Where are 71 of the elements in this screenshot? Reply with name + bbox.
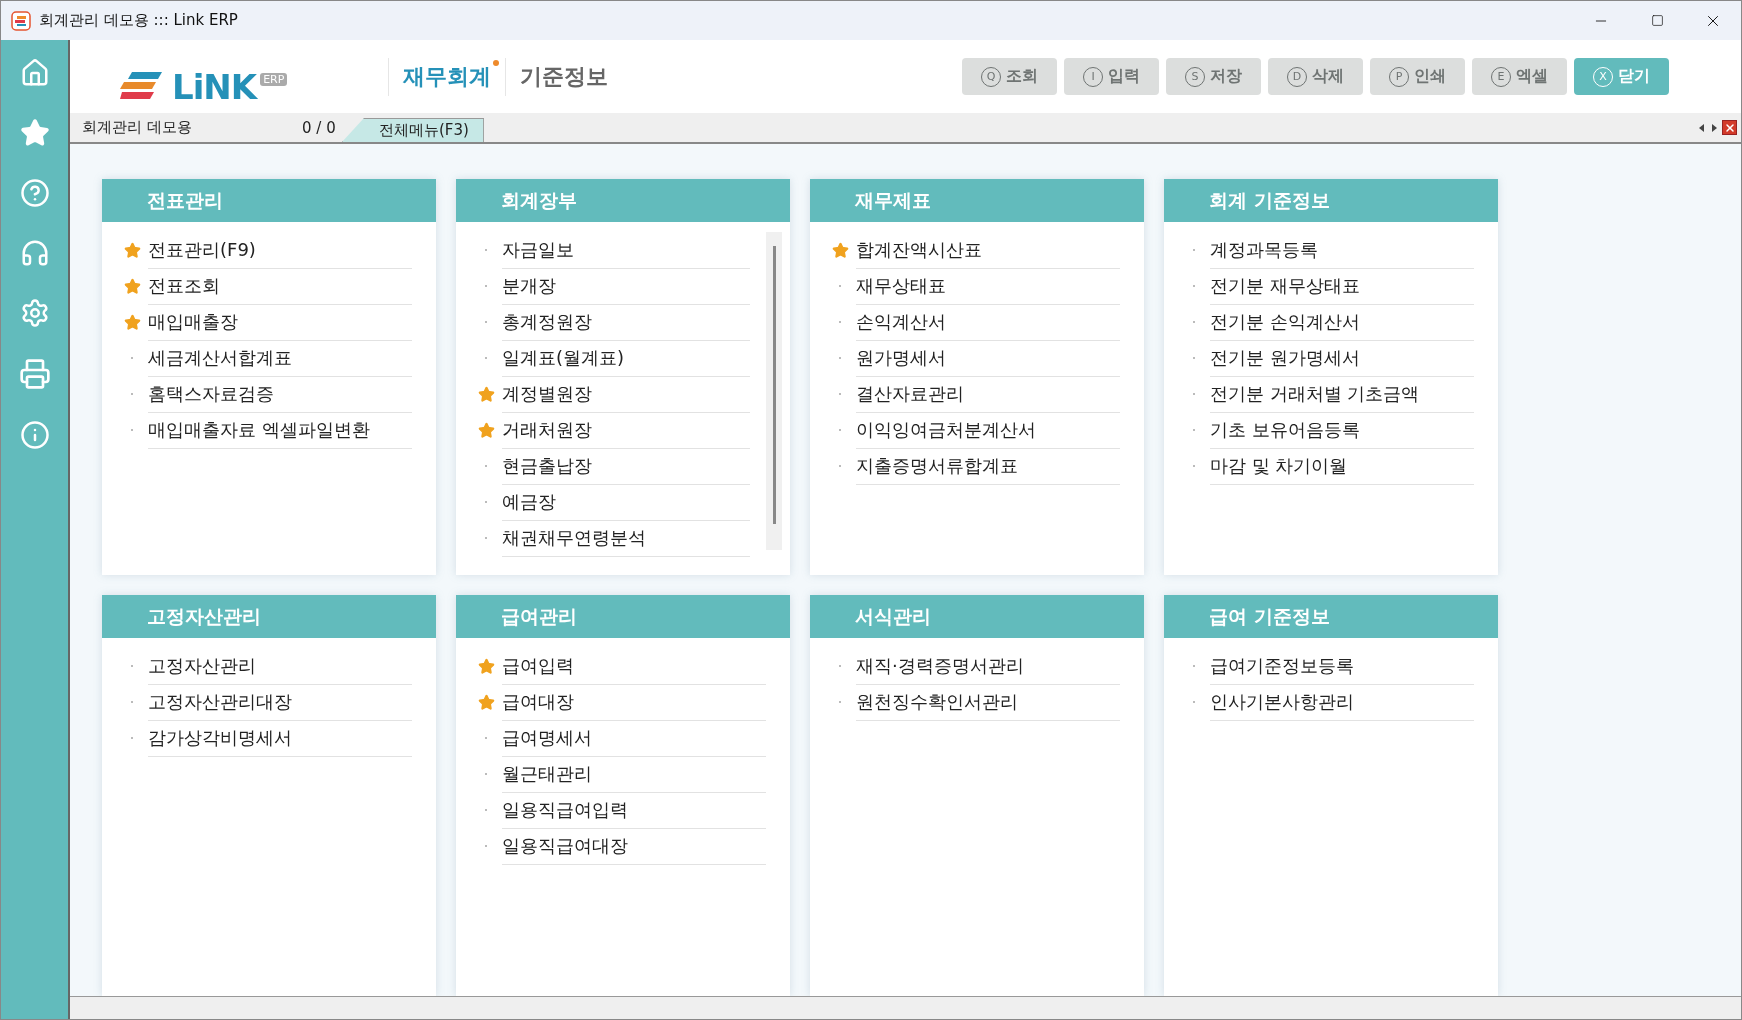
menu-item[interactable]: 일용직급여입력	[502, 791, 766, 829]
menu-item[interactable]: 전기분 원가명세서	[1210, 339, 1474, 377]
company-label: 회계관리 데모용	[82, 118, 193, 137]
menu-item[interactable]: 홈택스자료검증	[148, 375, 412, 413]
menu-item[interactable]: 전기분 재무상태표	[1210, 267, 1474, 305]
printer-icon[interactable]	[18, 358, 51, 390]
menu-item[interactable]: 재무상태표	[856, 267, 1120, 305]
logo-badge: ERP	[260, 72, 288, 86]
settings-icon[interactable]	[19, 298, 50, 328]
card-title: 고정자산관리	[102, 595, 436, 638]
app-icon	[11, 10, 31, 31]
menu-item[interactable]: 급여기준정보등록	[1210, 647, 1474, 685]
menu-item[interactable]: 분개장	[502, 267, 750, 305]
menu-tab[interactable]: 전체메뉴(F3)	[342, 118, 484, 142]
home-icon[interactable]	[19, 58, 50, 88]
menu-item[interactable]: 원천징수확인서관리	[856, 683, 1120, 721]
close-tab-button[interactable]	[1722, 120, 1737, 135]
menu-item[interactable]: 계정과목등록	[1210, 231, 1474, 269]
menu-item[interactable]: 고정자산관리	[148, 647, 412, 685]
card-title: 재무제표	[810, 179, 1144, 222]
menu-item[interactable]: 급여입력	[502, 647, 766, 685]
menu-item[interactable]: 마감 및 차기이월	[1210, 447, 1474, 485]
window-title: 회계관리 데모용 ::: Link ERP	[39, 11, 239, 30]
menu-item[interactable]: 지출증명서류합계표	[856, 447, 1120, 485]
menu-item[interactable]: 재직·경력증명서관리	[856, 647, 1120, 685]
card-title: 급여관리	[456, 595, 790, 638]
previous-icon[interactable]	[1698, 122, 1706, 133]
card-title: 회계 기준정보	[1164, 179, 1498, 222]
menu-item[interactable]: 전기분 거래처별 기초금액	[1210, 375, 1474, 413]
menu-item[interactable]: 예금장	[502, 483, 750, 521]
menu-item[interactable]: 계정별원장	[502, 375, 750, 413]
menu-item[interactable]: 일계표(월계표)	[502, 339, 750, 377]
menu-item[interactable]: 매입매출자료 엑셀파일변환	[148, 411, 412, 449]
menu-item[interactable]: 세금계산서합계표	[148, 339, 412, 377]
card-title: 서식관리	[810, 595, 1144, 638]
menu-item[interactable]: 감가상각비명세서	[148, 719, 412, 757]
module-tab[interactable]: 재무회계	[388, 57, 505, 96]
help-icon[interactable]	[19, 178, 50, 208]
menu-item[interactable]: 이익잉여금처분계산서	[856, 411, 1120, 449]
close-icon	[1723, 121, 1736, 134]
menu-item[interactable]: 손익계산서	[856, 303, 1120, 341]
module-tab[interactable]: 기준정보	[505, 57, 622, 96]
logo-text: LiNK	[172, 69, 257, 104]
star-icon[interactable]	[19, 118, 50, 148]
maximize-icon[interactable]	[1650, 14, 1664, 27]
card-title: 전표관리	[102, 179, 436, 222]
card-title: 회계장부	[456, 179, 790, 222]
menu-item[interactable]: 자금일보	[502, 231, 750, 269]
scrollbar[interactable]	[766, 232, 782, 550]
menu-item[interactable]: 월근태관리	[502, 755, 766, 793]
menu-item[interactable]: 결산자료관리	[856, 375, 1120, 413]
menu-item[interactable]: 현금출납장	[502, 447, 750, 485]
menu-item[interactable]: 급여대장	[502, 683, 766, 721]
menu-item[interactable]: 전표관리(F9)	[148, 231, 412, 269]
menu-item[interactable]: 급여명세서	[502, 719, 766, 757]
menu-item[interactable]: 매입매출장	[148, 303, 412, 341]
menu-item[interactable]: 고정자산관리대장	[148, 683, 412, 721]
info-icon[interactable]	[19, 420, 50, 450]
menu-item[interactable]: 합계잔액시산표	[856, 231, 1120, 269]
menu-item[interactable]: 기초 보유어음등록	[1210, 411, 1474, 449]
menu-item[interactable]: 채권채무연령분석	[502, 519, 750, 557]
menu-item[interactable]: 전표조회	[148, 267, 412, 305]
card-title: 급여 기준정보	[1164, 595, 1498, 638]
menu-item[interactable]: 원가명세서	[856, 339, 1120, 377]
menu-item[interactable]: 전기분 손익계산서	[1210, 303, 1474, 341]
next-icon[interactable]	[1710, 122, 1718, 133]
page-counter: 0 / 0	[302, 118, 337, 137]
menu-item[interactable]: 총계정원장	[502, 303, 750, 341]
menu-item[interactable]: 거래처원장	[502, 411, 750, 449]
menu-item[interactable]: 인사기본사항관리	[1210, 683, 1474, 721]
menu-item[interactable]: 일용직급여대장	[502, 827, 766, 865]
